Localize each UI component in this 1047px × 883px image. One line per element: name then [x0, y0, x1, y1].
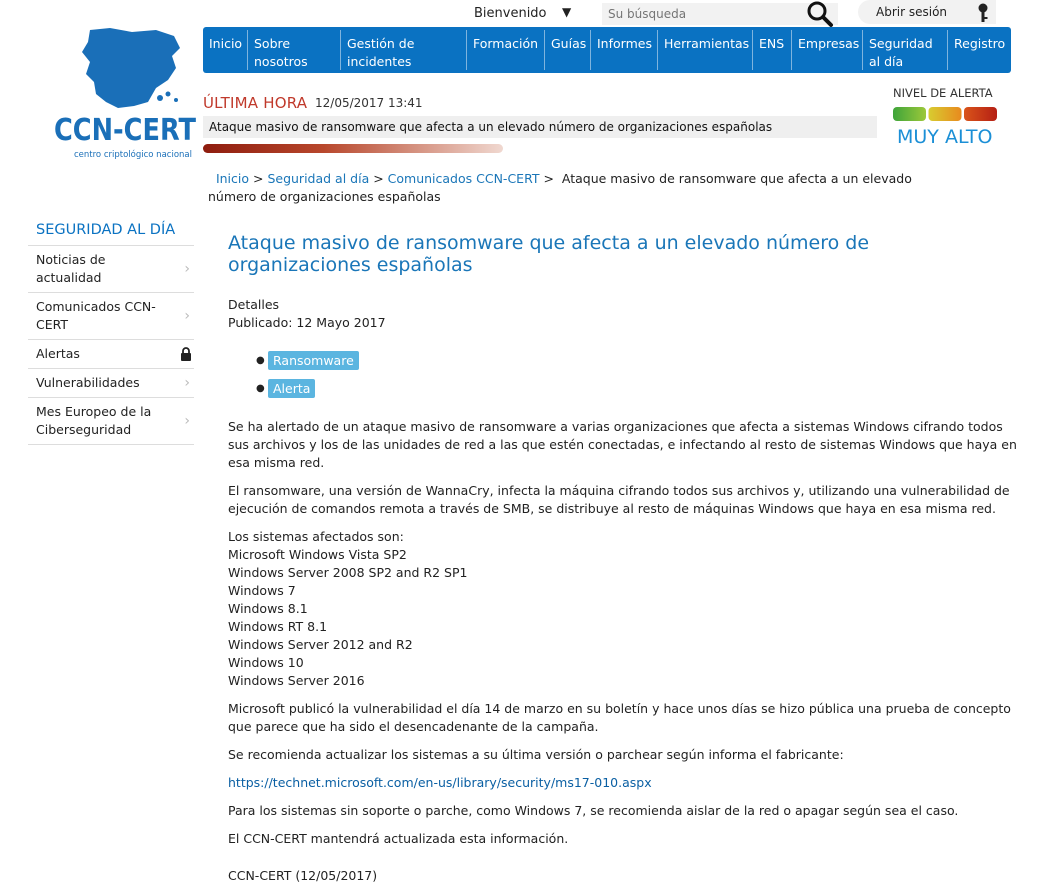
search-box: [602, 3, 838, 25]
article-signature: CCN-CERT (12/05/2017): [228, 868, 378, 883]
breadcrumb-comunicados[interactable]: Comunicados CCN-CERT: [388, 171, 540, 186]
sidebar-item-label: Noticias de actualidad: [36, 252, 106, 285]
microsoft-bulletin-link[interactable]: https://technet.microsoft.com/en-us/libr…: [228, 775, 652, 790]
chevron-right-icon: ›: [184, 261, 190, 277]
key-icon: [978, 3, 988, 22]
main-nav: Inicio Sobre nosotros Gestión de inciden…: [203, 27, 1011, 73]
nav-ens[interactable]: ENS: [753, 30, 792, 70]
nav-inicio[interactable]: Inicio: [203, 30, 248, 70]
sidebar-item-label: Alertas: [36, 346, 80, 361]
list-item: Windows RT 8.1: [228, 619, 328, 634]
island-dot: [157, 95, 163, 101]
article-details: Detalles Publicado: 12 Mayo 2017: [228, 296, 386, 332]
sidebar-item-label: Mes Europeo de la Ciberseguridad: [36, 404, 152, 437]
ccn-cert-logo[interactable]: CCN-CERT centro criptológico nacional: [52, 22, 198, 162]
list-item: Windows Server 2008 SP2 and R2 SP1: [228, 565, 468, 580]
tag-ransomware[interactable]: Ransomware: [268, 351, 359, 370]
breadcrumb: Inicio > Seguridad al día > Comunicados …: [208, 171, 912, 204]
login-label: Abrir sesión: [876, 5, 948, 19]
paragraph: Se recomienda actualizar los sistemas a …: [228, 747, 844, 762]
sidebar-item-label: Comunicados CCN-CERT: [36, 299, 156, 332]
welcome-dropdown[interactable]: Bienvenido: [474, 6, 547, 21]
breadcrumb-seguridad-al-dia[interactable]: Seguridad al día: [267, 171, 369, 186]
caret-down-icon[interactable]: ▼: [562, 5, 571, 19]
tag-alerta[interactable]: Alerta: [268, 379, 316, 398]
list-item: Windows Server 2012 and R2: [228, 637, 413, 652]
ultima-hora-decorative-bar: [203, 144, 503, 153]
bullet-icon: ●: [256, 383, 265, 394]
login-button[interactable]: Abrir sesión: [858, 0, 996, 24]
logo-tagline-text: centro criptológico nacional: [74, 149, 192, 160]
sidebar-title: SEGURIDAD AL DÍA: [36, 222, 176, 238]
systems-intro: Los sistemas afectados son:: [228, 529, 404, 544]
ultima-hora-date: 12/05/2017 13:41: [315, 96, 423, 110]
lock-icon: [181, 347, 191, 361]
alert-level-meter: [893, 107, 997, 121]
list-item: Windows 8.1: [228, 601, 308, 616]
bullet-icon: ●: [256, 355, 265, 366]
list-item: Microsoft Windows Vista SP2: [228, 547, 407, 562]
sidebar-item-mes-europeo[interactable]: Mes Europeo de la Ciberseguridad ›: [28, 397, 194, 445]
sidebar-item-vulnerabilidades[interactable]: Vulnerabilidades ›: [28, 368, 194, 397]
ultima-hora-headline-link[interactable]: Ataque masivo de ransomware que afecta a…: [209, 120, 772, 134]
search-input[interactable]: [602, 3, 804, 25]
chevron-right-icon: ›: [184, 375, 190, 391]
paragraph: Se ha alertado de un ataque masivo de ra…: [228, 419, 1017, 470]
alert-level-label: NIVEL DE ALERTA: [893, 86, 993, 100]
published-date: Publicado: 12 Mayo 2017: [228, 315, 386, 330]
article-body: Se ha alertado de un ataque masivo de ra…: [228, 418, 1018, 858]
logo-brand-text: CCN-CERT: [54, 113, 196, 148]
nav-guias[interactable]: Guías: [545, 30, 591, 70]
nav-informes[interactable]: Informes: [591, 30, 658, 70]
breadcrumb-inicio[interactable]: Inicio: [216, 171, 249, 186]
sidebar-item-label: Vulnerabilidades: [36, 375, 140, 390]
search-icon[interactable]: [806, 0, 834, 28]
paragraph: https://technet.microsoft.com/en-us/libr…: [228, 774, 1018, 792]
top-bar: Bienvenido ▼ Abrir sesión: [462, 0, 1017, 28]
sidebar-item-noticias[interactable]: Noticias de actualidad ›: [28, 245, 194, 292]
paragraph: Para los sistemas sin soporte o parche, …: [228, 803, 959, 818]
details-label: Detalles: [228, 297, 280, 312]
ultima-hora-ticker: Ataque masivo de ransomware que afecta a…: [203, 116, 877, 138]
nav-gestion-incidentes[interactable]: Gestión de incidentes: [341, 30, 467, 70]
paragraph: El ransomware, una versión de WannaCry, …: [228, 483, 1010, 516]
sidebar-menu: Noticias de actualidad › Comunicados CCN…: [28, 245, 194, 445]
sidebar-item-comunicados[interactable]: Comunicados CCN-CERT ›: [28, 292, 194, 339]
list-item: Windows Server 2016: [228, 673, 365, 688]
affected-systems: Los sistemas afectados son: Microsoft Wi…: [228, 528, 1018, 690]
nav-sobre-nosotros[interactable]: Sobre nosotros: [248, 30, 341, 70]
article-title: Ataque masivo de ransomware que afecta a…: [228, 232, 870, 276]
nav-registro[interactable]: Registro: [948, 30, 1011, 70]
sidebar-item-alertas[interactable]: Alertas: [28, 339, 194, 368]
ultima-hora-title: ÚLTIMA HORA: [203, 94, 308, 112]
list-item: Windows 7: [228, 583, 296, 598]
nav-formacion[interactable]: Formación: [467, 30, 545, 70]
nav-empresas[interactable]: Empresas: [792, 30, 863, 70]
nav-seguridad-al-dia[interactable]: Seguridad al día: [863, 30, 948, 70]
paragraph: Microsoft publicó la vulnerabilidad el d…: [228, 701, 1011, 734]
spain-map-shape: [82, 28, 180, 108]
alert-level-value: MUY ALTO: [897, 126, 993, 148]
paragraph: El CCN-CERT mantendrá actualizada esta i…: [228, 831, 569, 846]
island-dot: [165, 91, 171, 97]
chevron-right-icon: ›: [184, 413, 190, 429]
list-item: Windows 10: [228, 655, 304, 670]
chevron-right-icon: ›: [184, 308, 190, 324]
island-dot: [174, 98, 178, 102]
nav-herramientas[interactable]: Herramientas: [658, 30, 753, 70]
